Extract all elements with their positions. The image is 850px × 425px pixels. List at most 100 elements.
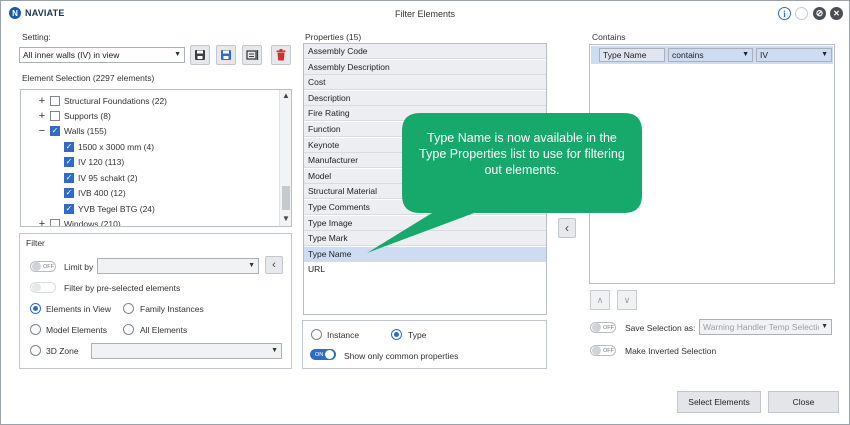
filter-group-title: Filter xyxy=(26,238,45,248)
checkbox-checked[interactable]: ✓ xyxy=(64,156,74,167)
checkbox[interactable] xyxy=(50,95,60,106)
inverted-selection-toggle[interactable]: OFF xyxy=(590,345,616,356)
3d-zone-radio[interactable] xyxy=(30,345,41,356)
preselected-label: Filter by pre-selected elements xyxy=(64,283,181,293)
toggle-knob xyxy=(592,346,601,355)
property-item[interactable]: Cost xyxy=(304,75,546,91)
move-down-button[interactable]: ∨ xyxy=(617,290,637,310)
checkbox-checked[interactable]: ✓ xyxy=(64,141,74,152)
checkbox[interactable] xyxy=(50,110,60,121)
tree-item[interactable]: ✓ IV 95 schakt (2) xyxy=(64,170,138,185)
save-selection-toggle[interactable]: OFF xyxy=(590,322,616,333)
common-properties-label: Show only common properties xyxy=(344,351,459,361)
chevron-down-icon: ▼ xyxy=(248,262,255,269)
save-as-button[interactable] xyxy=(216,45,236,65)
model-elements-radio[interactable] xyxy=(30,324,41,335)
rename-button[interactable] xyxy=(242,45,262,65)
delete-button[interactable] xyxy=(271,45,291,65)
limit-by-select[interactable]: ▼ xyxy=(97,258,259,274)
expand-icon[interactable]: + xyxy=(37,110,47,121)
checkbox-checked[interactable]: ✓ xyxy=(50,125,60,136)
tree-item[interactable]: ✓ IVB 400 (12) xyxy=(64,185,126,200)
property-item[interactable]: URL xyxy=(304,262,546,278)
condition-operator: contains xyxy=(672,50,704,60)
chevron-down-icon: ▼ xyxy=(742,51,749,58)
info-icon[interactable]: i xyxy=(778,7,791,20)
toggle-knob xyxy=(32,283,41,292)
toggle-off-text: OFF xyxy=(603,324,614,331)
tree-item[interactable]: + Structural Foundations (22) xyxy=(37,93,167,108)
property-item[interactable]: Description xyxy=(304,90,546,106)
instance-radio[interactable] xyxy=(311,329,322,340)
property-item[interactable]: Structural Material xyxy=(304,184,546,200)
close-icon[interactable]: ✕ xyxy=(830,7,843,20)
common-properties-toggle[interactable]: ON xyxy=(310,349,336,360)
family-instances-radio[interactable] xyxy=(123,303,134,314)
preselected-toggle[interactable] xyxy=(30,282,56,293)
close-button[interactable]: Close xyxy=(768,391,839,413)
tree-scrollbar[interactable]: ▲ ▼ xyxy=(279,90,291,226)
property-item[interactable]: Assembly Description xyxy=(304,59,546,75)
save-button[interactable] xyxy=(190,45,210,65)
3d-zone-label: 3D Zone xyxy=(46,346,79,356)
tree-item[interactable]: ✓ 1500 x 3000 mm (4) xyxy=(64,139,154,154)
condition-operator-select[interactable]: contains ▼ xyxy=(668,48,753,62)
save-selection-select[interactable]: Warning Handler Temp Selection ▼ xyxy=(699,319,832,335)
tree-item-label: IV 120 (113) xyxy=(78,156,125,167)
all-elements-radio[interactable] xyxy=(123,324,134,335)
window-title: Filter Elements xyxy=(394,9,456,19)
property-item[interactable]: Fire Rating xyxy=(304,106,546,122)
checkbox-checked[interactable]: ✓ xyxy=(64,203,74,214)
expand-icon[interactable]: + xyxy=(37,95,47,106)
tree-item[interactable]: + Windows (210) xyxy=(37,216,121,227)
tree-item[interactable]: − ✓ Walls (155) xyxy=(37,123,107,138)
inverted-selection-label: Make Inverted Selection xyxy=(625,346,717,356)
3d-zone-select[interactable]: ▼ xyxy=(91,343,282,359)
tree-item[interactable]: + Supports (8) xyxy=(37,108,111,123)
tree-item[interactable]: ✓ IV 120 (113) xyxy=(64,154,124,169)
condition-row[interactable]: Type Name contains ▼ IV ▼ xyxy=(591,46,833,64)
move-up-button[interactable]: ∧ xyxy=(590,290,610,310)
scroll-up-icon[interactable]: ▲ xyxy=(280,91,291,100)
chevron-left-icon: ‹ xyxy=(272,259,276,271)
element-selection-label: Element Selection (2297 elements) xyxy=(22,73,155,83)
checkbox[interactable] xyxy=(50,218,60,226)
minimize-icon[interactable] xyxy=(795,7,808,20)
checkbox-checked[interactable]: ✓ xyxy=(64,187,74,198)
property-item[interactable]: Type Image xyxy=(304,215,546,231)
property-item[interactable]: Assembly Code xyxy=(304,44,546,59)
collapse-filter-button[interactable]: ‹ xyxy=(265,256,283,274)
setting-select[interactable]: All inner walls (IV) in view ▼ xyxy=(19,47,185,63)
chevron-up-icon: ∧ xyxy=(596,294,604,305)
instance-label: Instance xyxy=(327,330,360,340)
chevron-down-icon: ▼ xyxy=(174,51,181,58)
elements-in-view-radio[interactable] xyxy=(30,303,41,314)
limit-by-toggle[interactable]: OFF xyxy=(30,261,56,272)
property-item[interactable]: Type Comments xyxy=(304,200,546,215)
elements-in-view-label: Elements in View xyxy=(46,304,112,314)
tree-item-label: Structural Foundations (22) xyxy=(64,95,167,106)
scrollbar-thumb[interactable] xyxy=(282,186,290,210)
condition-property[interactable]: Type Name xyxy=(599,48,665,62)
tree-item-label: Windows (210) xyxy=(64,218,121,227)
expand-icon[interactable]: + xyxy=(37,218,47,226)
tree-item[interactable]: ✓ YVB Tegel BTG (24) xyxy=(64,201,155,216)
title-bar: N NAVIATE Filter Elements i ⊘ ✕ xyxy=(1,1,849,27)
property-item-selected[interactable]: Type Name xyxy=(304,246,546,262)
checkbox-checked[interactable]: ✓ xyxy=(64,172,74,183)
tree-item-label: Walls (155) xyxy=(64,125,107,136)
contains-label: Contains xyxy=(592,32,626,42)
condition-value-select[interactable]: IV ▼ xyxy=(756,48,832,62)
collapse-icon[interactable]: − xyxy=(37,125,47,136)
select-elements-button[interactable]: Select Elements xyxy=(677,391,761,413)
property-item[interactable]: Type Mark xyxy=(304,231,546,247)
rename-icon xyxy=(245,50,258,60)
chevron-down-icon: ▼ xyxy=(819,320,828,334)
type-radio[interactable] xyxy=(391,329,402,340)
chevron-left-icon: ‹ xyxy=(565,221,569,235)
help-icon[interactable]: ⊘ xyxy=(813,7,826,20)
move-left-button[interactable]: ‹ xyxy=(558,218,576,238)
element-tree: + Structural Foundations (22) + Supports… xyxy=(20,89,292,227)
scroll-down-icon[interactable]: ▼ xyxy=(280,214,291,223)
filter-elements-window: N NAVIATE Filter Elements i ⊘ ✕ Setting:… xyxy=(0,0,850,425)
